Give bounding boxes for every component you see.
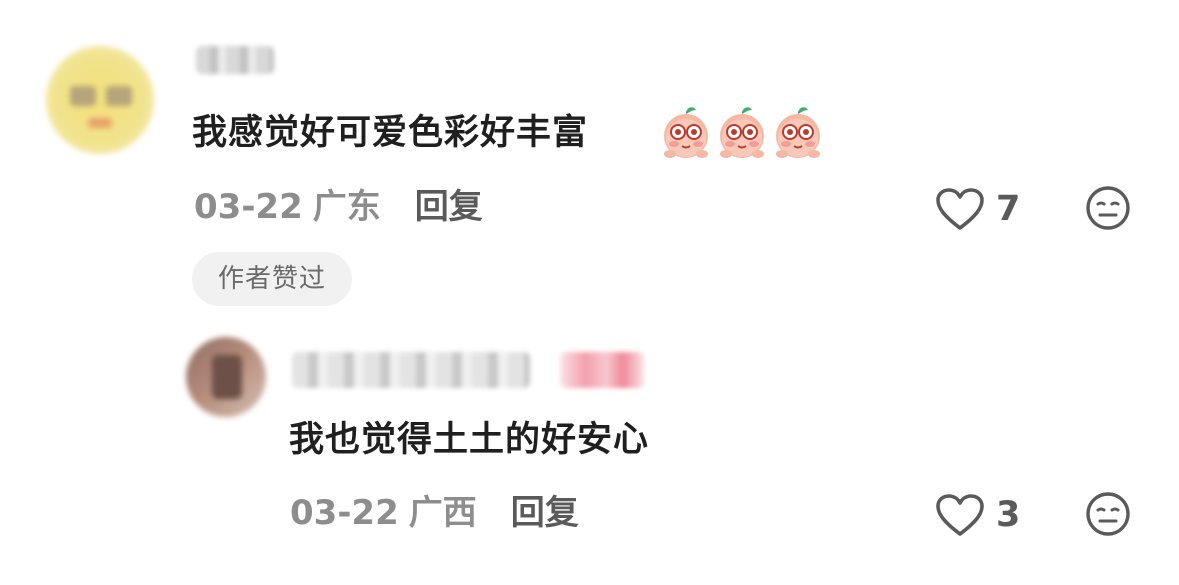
dislike-face-icon[interactable]	[1084, 184, 1132, 232]
dislike-face-icon[interactable]	[1084, 490, 1132, 538]
reply-username-blurred[interactable]	[292, 352, 530, 388]
comment-emojis	[660, 104, 824, 160]
comment-date: 03-22	[194, 187, 303, 227]
peach-emoji-icon	[720, 107, 764, 158]
reply-button[interactable]: 回复	[415, 187, 483, 227]
reply-date: 03-22	[290, 493, 399, 533]
reply-text: 我也觉得土土的好安心	[289, 420, 650, 460]
author-liked-badge: 作者赞过	[192, 252, 352, 306]
reply-like-button[interactable]: 3	[934, 492, 1020, 538]
reply-reply-button[interactable]: 回复	[511, 493, 579, 533]
reply-avatar[interactable]	[186, 337, 266, 417]
comment-text: 我感觉好可爱色彩好丰富	[192, 113, 589, 153]
reply-like-count: 3	[996, 494, 1021, 535]
reply-location: 广西	[408, 493, 477, 533]
heart-icon	[936, 494, 984, 536]
peach-emoji-icon	[664, 107, 708, 158]
heart-icon	[936, 188, 984, 230]
peach-emoji-icon	[776, 107, 820, 158]
commenter-username-blurred[interactable]	[196, 46, 274, 74]
comment-meta: 03-22 广东 回复	[194, 190, 483, 224]
like-count: 7	[996, 188, 1021, 229]
comment-location: 广东	[312, 187, 381, 227]
reply-meta: 03-22 广西 回复	[290, 496, 579, 530]
reply-user-tag-blurred	[560, 352, 644, 388]
commenter-avatar[interactable]	[46, 46, 154, 154]
like-button[interactable]: 7	[934, 186, 1020, 232]
